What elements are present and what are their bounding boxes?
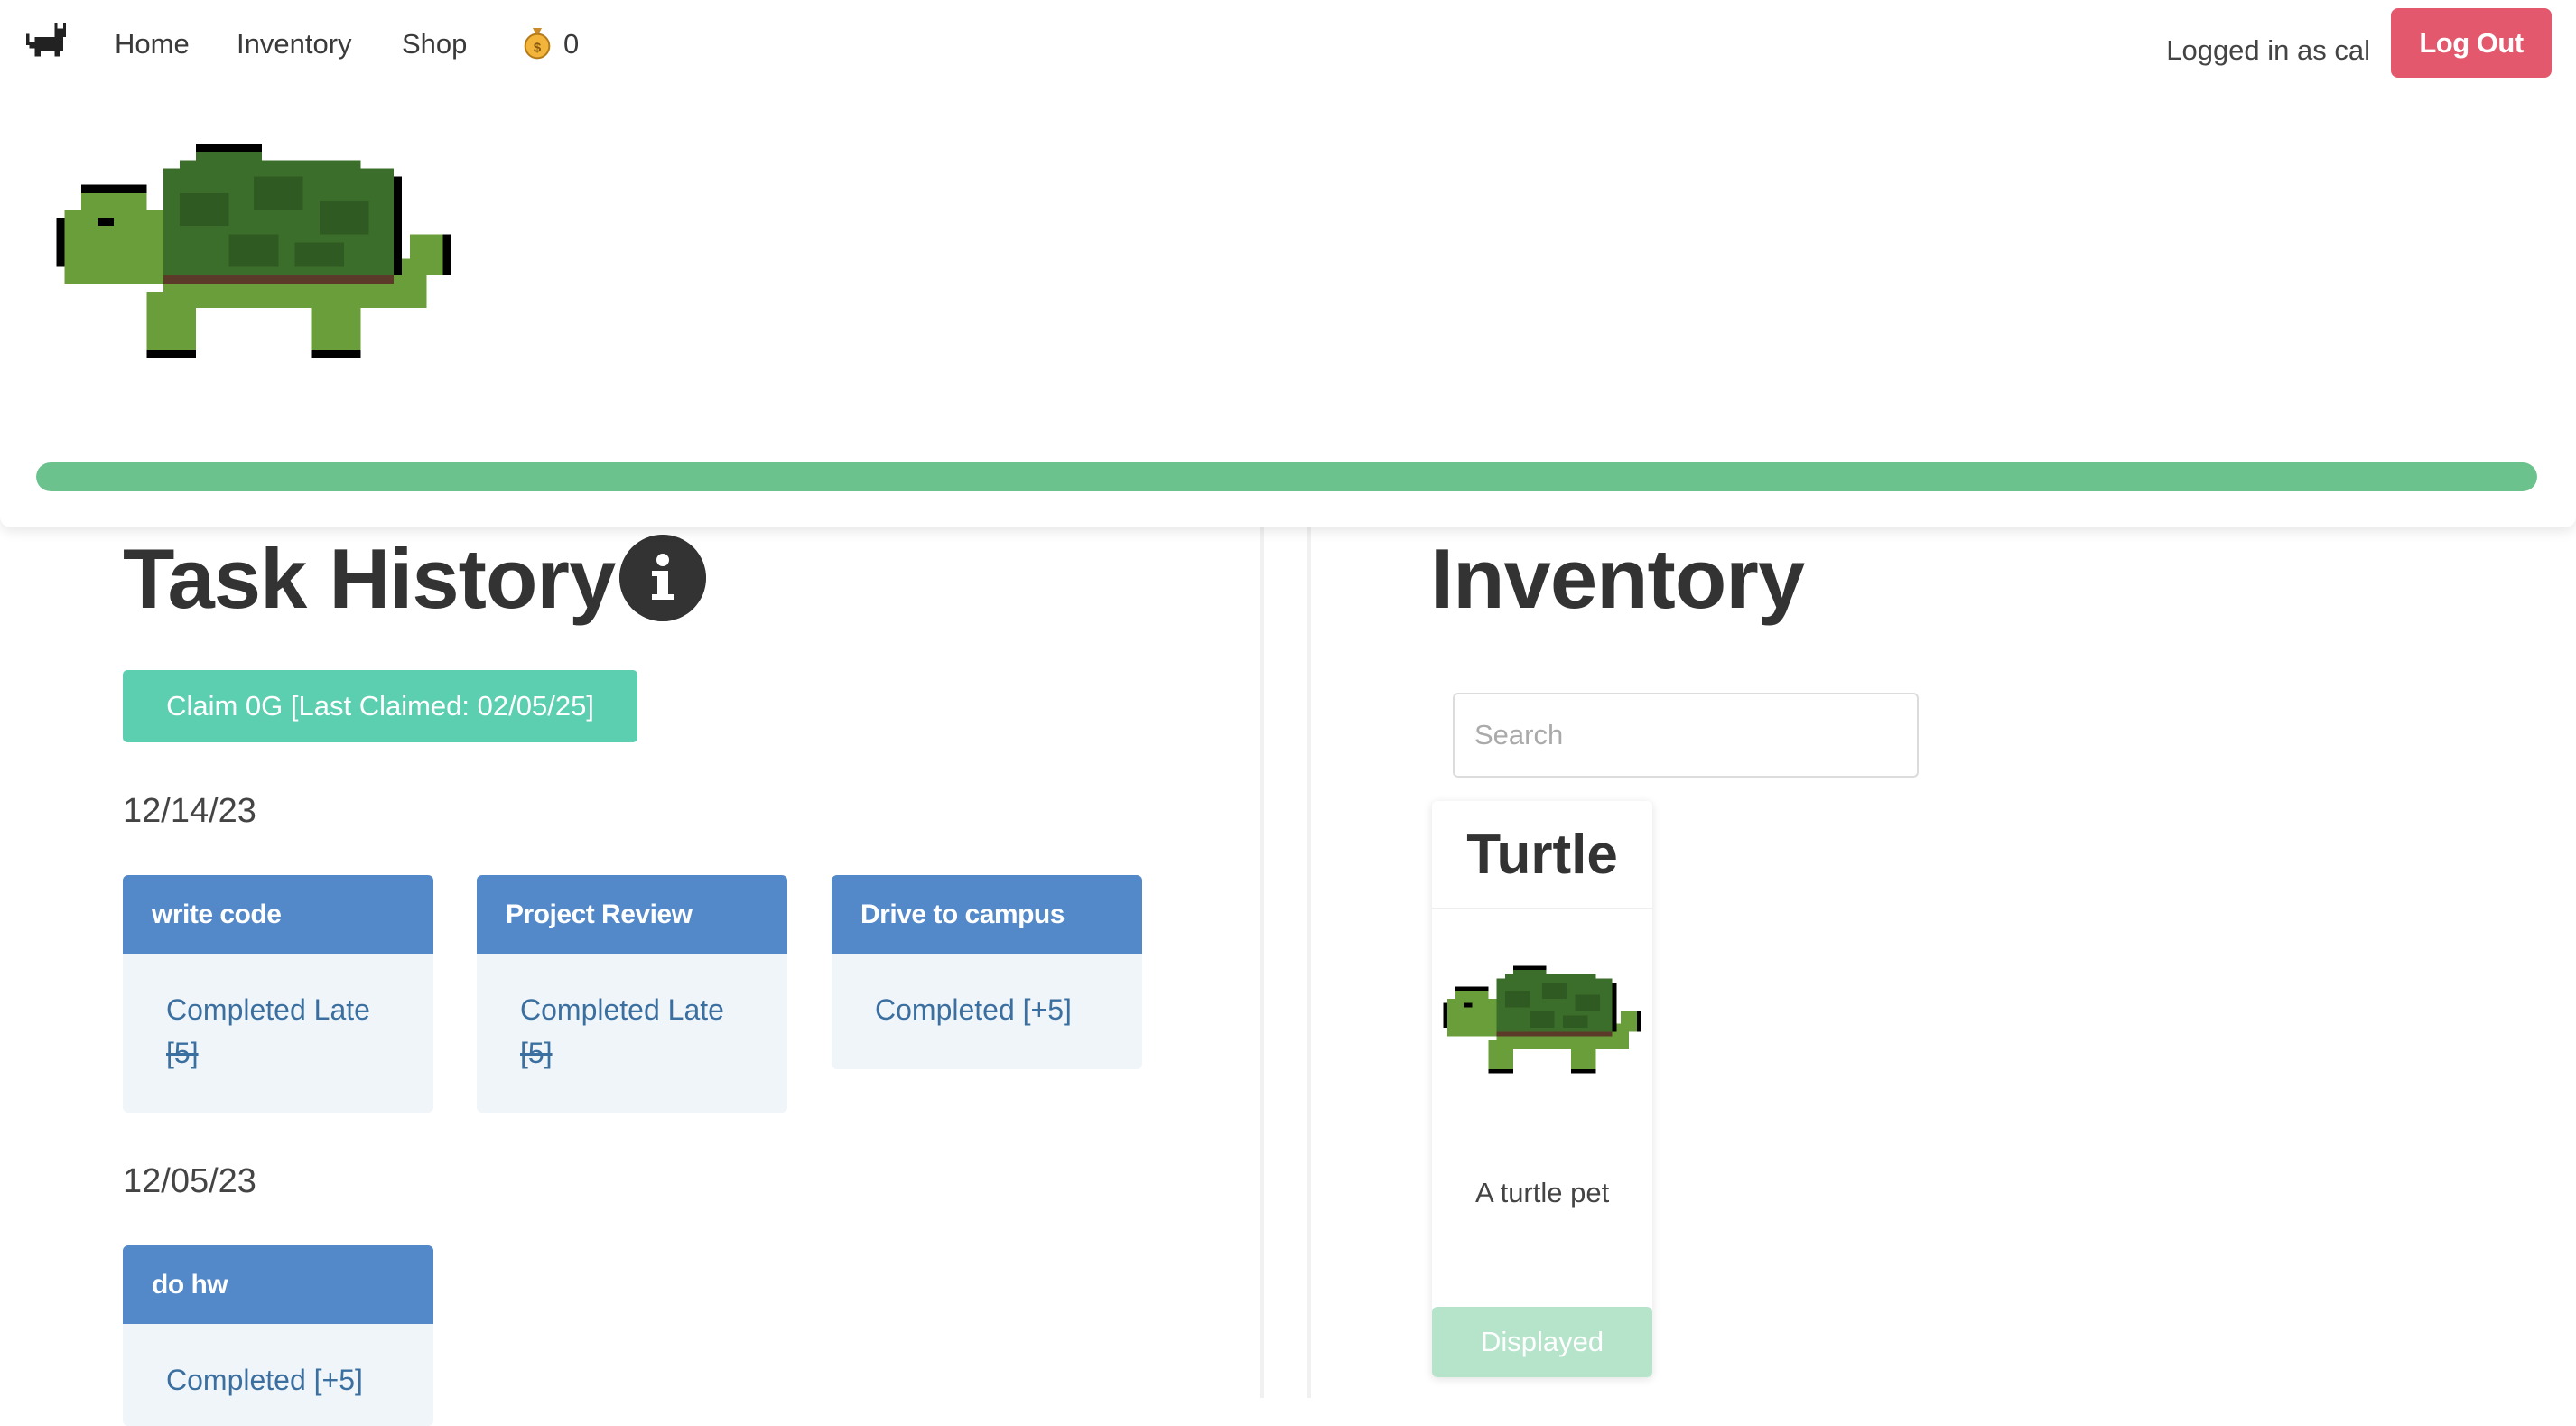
task-status: Completed Late [5]: [520, 993, 724, 1069]
task-card[interactable]: do hw Completed [+5]: [123, 1245, 433, 1426]
inventory-title: Inventory: [1430, 531, 1805, 626]
task-name: do hw: [123, 1245, 433, 1324]
displayed-button[interactable]: Displayed: [1432, 1307, 1652, 1377]
turtle-item-sprite: [1443, 965, 1641, 1074]
inventory-search-input[interactable]: [1453, 693, 1919, 778]
task-card[interactable]: write code Completed Late [5]: [123, 875, 433, 1113]
claim-button[interactable]: Claim 0G [Last Claimed: 02/05/25]: [123, 670, 637, 742]
task-date-label: 12/14/23: [123, 792, 256, 830]
pet-progress-fill: [36, 462, 2537, 491]
cat-logo-icon[interactable]: [23, 20, 69, 65]
task-status: Completed [+5]: [875, 993, 1072, 1026]
task-card[interactable]: Drive to campus Completed [+5]: [832, 875, 1142, 1069]
column-divider: [1307, 506, 1311, 1398]
task-reward: [5]: [166, 1037, 199, 1069]
task-name: write code: [123, 875, 433, 954]
task-status: Completed Late [5]: [166, 993, 370, 1069]
coin-count: 0: [563, 28, 580, 60]
column-divider: [1260, 506, 1264, 1398]
nav-home-link[interactable]: Home: [115, 27, 190, 61]
header-card: Home Inventory Shop $ 0 Logged in as cal…: [0, 0, 2576, 527]
task-name: Project Review: [477, 875, 787, 954]
inventory-item-card[interactable]: Turtle A turtle pet Displayed: [1432, 801, 1652, 1377]
task-date-label: 12/05/23: [123, 1162, 256, 1200]
nav-inventory-link[interactable]: Inventory: [237, 27, 352, 61]
task-status: Completed [+5]: [166, 1364, 363, 1396]
nav-shop-link[interactable]: Shop: [402, 27, 467, 61]
task-history-title: Task History: [123, 531, 616, 626]
svg-text:$: $: [534, 41, 542, 56]
item-name: Turtle: [1432, 801, 1652, 909]
pet-progress-bar: [36, 462, 2537, 491]
logged-in-label: Logged in as cal: [2166, 34, 2370, 66]
task-name: Drive to campus: [832, 875, 1142, 954]
money-bag-icon: $: [524, 28, 551, 60]
task-reward: [5]: [520, 1037, 553, 1069]
item-description: A turtle pet: [1475, 1177, 1610, 1208]
logout-button[interactable]: Log Out: [2391, 8, 2552, 78]
turtle-pet-sprite: [56, 144, 451, 358]
task-card[interactable]: Project Review Completed Late [5]: [477, 875, 787, 1113]
info-icon[interactable]: [619, 535, 706, 621]
